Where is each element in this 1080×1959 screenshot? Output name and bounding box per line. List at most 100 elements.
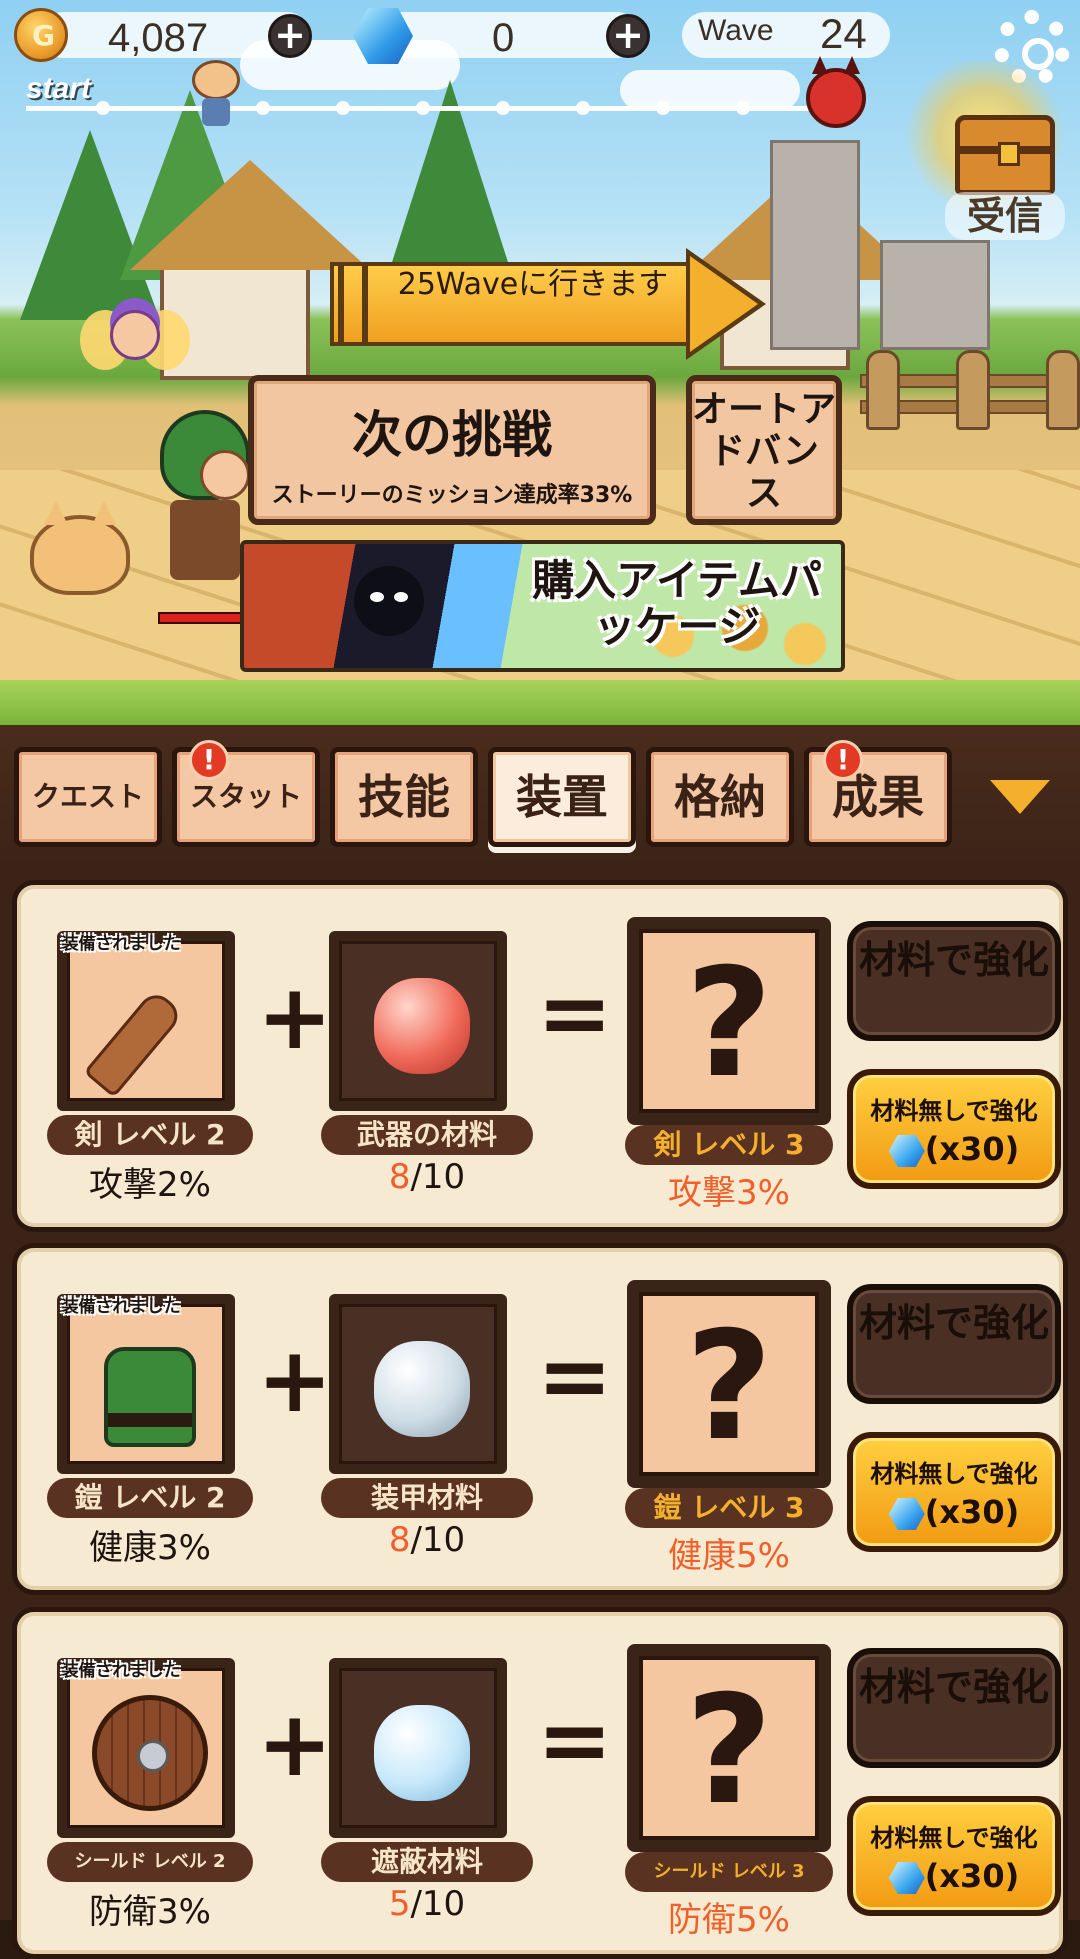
next-item-name: 鎧 レベル 3	[625, 1488, 833, 1528]
chest-receive-label[interactable]: 受信	[945, 192, 1065, 240]
material-slot[interactable]	[329, 1658, 507, 1838]
next-challenge-title: 次の挑戦	[352, 406, 552, 464]
blue-ore-icon	[374, 1705, 470, 1801]
ruin-tower	[770, 140, 860, 350]
equals-icon: =	[537, 961, 613, 1066]
gem-icon	[888, 1862, 925, 1894]
current-item-stat: 攻撃2%	[89, 1165, 211, 1205]
auto-advance-button[interactable]: オートアドバンス	[686, 375, 842, 525]
result-item-slot[interactable]: ?	[627, 1644, 831, 1852]
shadow-spirit-icon	[354, 566, 424, 636]
gem-amount: 0	[492, 16, 515, 60]
button-label: 材料で強化	[858, 938, 1049, 982]
upgrade-with-material-button[interactable]: 材料で強化	[847, 1284, 1061, 1404]
question-mark-icon: ?	[685, 1664, 773, 1838]
equipped-label: 装備されました	[61, 934, 181, 954]
upgrade-with-material-button[interactable]: 材料で強化	[847, 1648, 1061, 1768]
next-item-name: 剣 レベル 3	[625, 1125, 833, 1165]
chevron-down-icon[interactable]	[990, 780, 1050, 814]
tab-storage[interactable]: 格納	[646, 747, 794, 847]
progress-dot	[576, 101, 590, 115]
next-item-stat: 攻撃3%	[668, 1173, 790, 1213]
plus-icon: +	[257, 965, 333, 1070]
auto-advance-label: オートアドバンス	[692, 389, 837, 514]
button-label: 材料無しで強化	[870, 1824, 1038, 1852]
equipment-row-sword: 装備されました + = ? 剣 レベル 2 攻撃2% 武器の材料 8/10 剣 …	[12, 880, 1068, 1232]
current-item-stat: 健康3%	[89, 1528, 211, 1568]
current-item-slot[interactable]: 装備されました	[57, 1658, 235, 1838]
next-challenge-button[interactable]: 次の挑戦 ストーリーのミッション達成率33%	[248, 375, 656, 525]
grass-strip	[0, 680, 1080, 725]
gem-cost: (x30)	[853, 1493, 1055, 1531]
tab-equipment[interactable]: 装置	[488, 747, 636, 847]
gem-cost: (x30)	[853, 1857, 1055, 1895]
treasure-chest-icon[interactable]	[955, 115, 1055, 195]
button-label: 材料無しで強化	[870, 1460, 1038, 1488]
tab-bar: クエスト スタット ! 技能 装置 格納 成果 !	[0, 725, 1080, 865]
next-wave-arrow-button[interactable]: 25Waveに行きます	[330, 248, 770, 360]
tab-label: 装置	[516, 770, 608, 824]
tab-label: 技能	[358, 770, 450, 824]
material-slot[interactable]	[329, 931, 507, 1111]
progress-dot	[96, 101, 110, 115]
next-wave-label: 25Waveに行きます	[397, 267, 669, 302]
add-gold-button[interactable]: +	[268, 14, 312, 58]
package-banner-label: 購入アイテムパッケージ	[532, 556, 822, 651]
battle-scene: 4,087 G + 0 + Wave 24 start 受信 25Waveに行き…	[0, 0, 1080, 725]
pet-character	[30, 501, 130, 595]
mission-rate-text: ストーリーのミッション達成率33%	[271, 483, 633, 508]
progress-dot	[656, 101, 670, 115]
current-item-stat: 防衛3%	[89, 1892, 211, 1932]
fence	[860, 350, 1080, 430]
material-count: 8/10	[388, 1520, 466, 1560]
equipped-label: 装備されました	[61, 1297, 181, 1317]
gold-coin-icon: G	[14, 8, 68, 62]
equipment-row-shield: 装備されました + = ? シールド レベル 2 防衛3% 遮蔽材料 5/10 …	[12, 1607, 1068, 1959]
alert-badge-icon: !	[823, 740, 863, 780]
gem-cost: (x30)	[853, 1130, 1055, 1168]
material-name: 装甲材料	[321, 1478, 533, 1518]
progress-dot	[336, 101, 350, 115]
ruin-wall	[880, 240, 990, 350]
add-gem-button[interactable]: +	[606, 14, 650, 58]
progress-start-label: start	[26, 72, 92, 105]
tab-quest[interactable]: クエスト	[14, 747, 162, 847]
progress-dot	[256, 101, 270, 115]
result-item-slot[interactable]: ?	[627, 1280, 831, 1488]
armor-icon	[104, 1347, 196, 1447]
tab-achievements[interactable]: 成果 !	[804, 740, 952, 847]
next-item-stat: 健康5%	[668, 1536, 790, 1576]
equals-icon: =	[537, 1324, 613, 1429]
red-ore-icon	[374, 978, 470, 1074]
upgrade-with-gems-button[interactable]: 材料無しで強化 (x30)	[847, 1796, 1061, 1916]
current-item-slot[interactable]: 装備されました	[57, 931, 235, 1111]
question-mark-icon: ?	[685, 1300, 773, 1474]
tab-stats[interactable]: スタット !	[172, 740, 320, 847]
material-count: 8/10	[388, 1157, 466, 1197]
shield-icon	[92, 1695, 208, 1811]
next-item-name: シールド レベル 3	[625, 1852, 833, 1892]
tab-skills[interactable]: 技能	[330, 747, 478, 847]
progress-dot	[736, 101, 750, 115]
hero-character	[160, 410, 250, 590]
gold-amount: 4,087	[108, 16, 209, 60]
material-count: 5/10	[388, 1884, 466, 1924]
fairy-character	[80, 300, 190, 390]
result-item-slot[interactable]: ?	[627, 917, 831, 1125]
upgrade-with-material-button[interactable]: 材料で強化	[847, 921, 1061, 1041]
hero-hp-bar	[158, 612, 248, 624]
current-item-name: 鎧 レベル 2	[47, 1478, 253, 1518]
white-ore-icon	[374, 1341, 470, 1437]
current-item-slot[interactable]: 装備されました	[57, 1294, 235, 1474]
material-name: 武器の材料	[321, 1115, 533, 1155]
upgrade-with-gems-button[interactable]: 材料無しで強化 (x30)	[847, 1432, 1061, 1552]
upgrade-with-gems-button[interactable]: 材料無しで強化 (x30)	[847, 1069, 1061, 1189]
wave-number: 24	[820, 10, 867, 57]
question-mark-icon: ?	[685, 937, 773, 1111]
material-slot[interactable]	[329, 1294, 507, 1474]
progress-dot	[496, 101, 510, 115]
plus-icon: +	[257, 1328, 333, 1433]
current-item-name: 剣 レベル 2	[47, 1115, 253, 1155]
package-banner[interactable]: 購入アイテムパッケージ	[240, 540, 845, 672]
material-name: 遮蔽材料	[321, 1842, 533, 1882]
